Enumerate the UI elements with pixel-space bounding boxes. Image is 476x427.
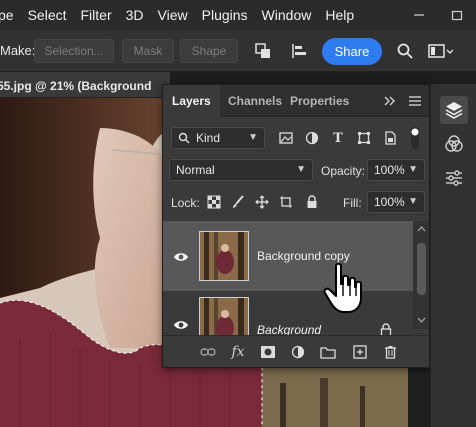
chevron-down-icon: ▼ <box>296 164 306 175</box>
properties-panel-icon[interactable] <box>440 164 468 192</box>
adjustment-icon[interactable] <box>289 343 307 361</box>
fx-icon[interactable]: fx <box>229 343 247 361</box>
menu-item-3d[interactable]: 3D <box>119 7 151 23</box>
opacity-input[interactable]: 100% ▼ <box>367 159 425 181</box>
layers-panel-icon[interactable] <box>440 96 468 124</box>
channels-panel-icon[interactable] <box>440 130 468 158</box>
layer-lock-icon <box>377 321 395 335</box>
menu-item-help[interactable]: Help <box>318 7 361 23</box>
minimize-icon[interactable] <box>400 0 438 30</box>
panel-tabs: Layers Channels Properties <box>163 85 429 117</box>
layer-thumbnail <box>199 231 249 281</box>
options-bar: Make: Selection... Mask Shape Share <box>0 30 476 72</box>
search-icon <box>178 132 190 144</box>
blend-mode-value: Normal <box>176 163 215 177</box>
filter-smart-object-icon[interactable] <box>381 129 399 147</box>
layers-scrollbar[interactable] <box>413 221 429 329</box>
filter-adjustment-icon[interactable] <box>303 129 321 147</box>
path-operations-icon[interactable] <box>251 39 275 63</box>
layer-name[interactable]: Background copy <box>257 249 350 263</box>
lock-artboard-icon[interactable] <box>277 193 295 211</box>
fill-label: Fill: <box>343 196 362 210</box>
lock-all-icon[interactable] <box>303 193 321 211</box>
opacity-value: 100% <box>374 163 405 177</box>
layer-thumbnail <box>199 297 249 335</box>
mask-button[interactable]: Mask <box>122 39 174 63</box>
align-icon[interactable] <box>287 39 311 63</box>
workspace-icon[interactable] <box>425 39 455 63</box>
menu-item-filter[interactable]: Filter <box>74 7 119 23</box>
collapse-panel-icon[interactable] <box>381 92 399 110</box>
menu-item-select[interactable]: Select <box>21 7 74 23</box>
blend-mode-select[interactable]: Normal ▼ <box>169 159 313 181</box>
document-tab-title: 55.jpg @ 21% (Background <box>0 79 152 93</box>
fill-value: 100% <box>374 195 405 209</box>
chevron-down-icon: ▼ <box>408 196 418 207</box>
search-icon[interactable] <box>393 39 417 63</box>
filter-type-icon[interactable]: T <box>329 129 347 147</box>
hand-cursor-icon <box>322 262 366 314</box>
share-button[interactable]: Share <box>322 38 382 65</box>
visibility-eye-icon[interactable] <box>173 251 189 263</box>
filter-kind-value: Kind <box>196 131 221 145</box>
layer-row-background-copy[interactable]: Background copy <box>163 221 413 291</box>
window-controls <box>400 0 476 30</box>
trash-icon[interactable] <box>381 343 399 361</box>
right-panel-strip <box>430 84 476 427</box>
mask-icon[interactable] <box>259 343 277 361</box>
menu-item-plugins[interactable]: Plugins <box>195 7 255 23</box>
selection-button[interactable]: Selection... <box>34 39 114 63</box>
layer-name[interactable]: Background <box>257 323 321 335</box>
scroll-thumb[interactable] <box>417 243 426 295</box>
scroll-up-icon[interactable] <box>417 225 426 232</box>
layer-row-background[interactable]: Background <box>163 293 413 335</box>
lock-image-icon[interactable] <box>229 193 247 211</box>
layers-panel: Layers Channels Properties Kind ▼ T Norm… <box>162 84 430 368</box>
filter-pixel-icon[interactable] <box>277 129 295 147</box>
link-icon[interactable] <box>199 343 217 361</box>
filter-kind-select[interactable]: Kind ▼ <box>171 127 265 149</box>
tab-properties[interactable]: Properties <box>281 85 358 117</box>
visibility-eye-icon[interactable] <box>173 319 189 331</box>
new-layer-icon[interactable] <box>351 343 369 361</box>
filter-toggle[interactable] <box>409 125 421 151</box>
layers-bottom-toolbar: fx <box>163 335 429 367</box>
fill-input[interactable]: 100% ▼ <box>367 191 425 213</box>
make-label: Make: <box>0 43 36 58</box>
menu-item-view[interactable]: View <box>151 7 195 23</box>
lock-transparent-icon[interactable] <box>205 193 223 211</box>
tab-layers[interactable]: Layers <box>163 85 220 117</box>
opacity-label: Opacity: <box>321 164 366 178</box>
folder-icon[interactable] <box>319 343 337 361</box>
chevron-down-icon: ▼ <box>408 164 418 175</box>
lock-label: Lock: <box>171 196 200 210</box>
shape-button[interactable]: Shape <box>180 39 238 63</box>
menu-item-image[interactable]: pe <box>0 7 21 23</box>
document-tab[interactable]: 55.jpg @ 21% (Background <box>0 72 170 98</box>
lock-position-icon[interactable] <box>253 193 271 211</box>
scroll-down-icon[interactable] <box>417 317 426 324</box>
restore-icon[interactable] <box>438 0 476 30</box>
filter-shape-icon[interactable] <box>355 129 373 147</box>
menu-item-window[interactable]: Window <box>255 7 319 23</box>
panel-menu-icon[interactable] <box>406 92 424 110</box>
chevron-down-icon: ▼ <box>248 132 258 143</box>
